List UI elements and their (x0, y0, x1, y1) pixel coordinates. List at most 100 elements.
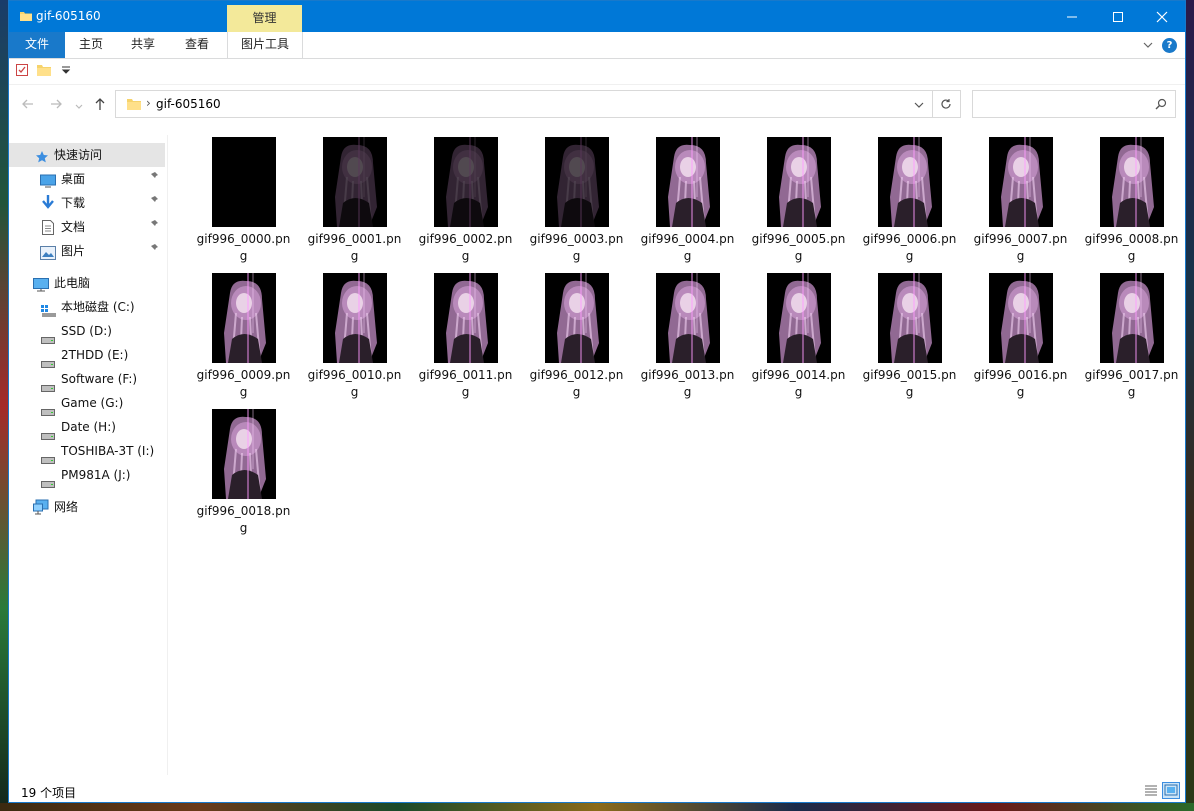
pictures-icon (40, 244, 56, 268)
nav-drive-c[interactable]: 本地磁盘 (C:) (9, 295, 165, 319)
recent-locations-icon[interactable] (75, 99, 83, 115)
file-item[interactable]: gif996_0010.pn g (299, 263, 410, 399)
file-item[interactable]: gif996_0002.pn g (410, 127, 521, 263)
properties-icon[interactable] (15, 63, 29, 80)
file-name-line2: g (239, 385, 248, 399)
file-name-line2: g (239, 521, 248, 535)
forward-arrow-icon[interactable] (49, 97, 63, 115)
minimize-button[interactable] (1049, 1, 1095, 32)
file-name: gif996_0003.pn g (521, 231, 632, 265)
file-item[interactable]: gif996_0012.pn g (521, 263, 632, 399)
file-item[interactable]: gif996_0017.pn g (1076, 263, 1187, 399)
address-bar[interactable]: › gif-605160 (115, 90, 933, 118)
maximize-button[interactable] (1095, 1, 1141, 32)
nav-drive-j[interactable]: PM981A (J:) (9, 463, 165, 488)
nav-item-documents[interactable]: 文档 (9, 215, 165, 239)
customize-toolbar-icon[interactable] (61, 64, 71, 79)
file-name-line1: gif996_0015.pn (862, 368, 957, 382)
nav-drive-i[interactable]: TOSHIBA-3T (I:) (9, 439, 165, 464)
close-button[interactable] (1139, 1, 1185, 32)
nav-drive-e[interactable]: 2THDD (E:) (9, 343, 165, 368)
image-thumbnail (656, 273, 720, 363)
file-name-line1: gif996_0007.pn (973, 232, 1068, 246)
file-grid: gif996_0000.pn g gif996_0001.pn g gif996… (168, 127, 1183, 772)
file-name: gif996_0018.pn g (188, 503, 299, 537)
file-item[interactable]: gif996_0014.png (743, 263, 854, 399)
file-item[interactable]: gif996_0008.pn g (1076, 127, 1187, 263)
quick-access-toolbar (9, 58, 1185, 85)
folder-icon (19, 9, 33, 26)
expand-ribbon-icon[interactable] (1141, 38, 1155, 52)
nav-item-downloads[interactable]: 下载 (9, 191, 165, 215)
image-thumbnail (212, 137, 276, 227)
file-name-line1: gif996_0004.pn (640, 232, 735, 246)
tab-file[interactable]: 文件 (9, 32, 65, 58)
tab-picture-tools[interactable]: 图片工具 (227, 32, 303, 58)
nav-drive-g[interactable]: Game (G:) (9, 391, 165, 416)
up-arrow-icon[interactable] (93, 97, 107, 115)
window-title: gif-605160 (36, 9, 101, 23)
file-name-line2: g (572, 385, 581, 399)
nav-quick-access[interactable]: 快速访问 (9, 143, 165, 167)
help-icon[interactable]: ? (1162, 38, 1177, 53)
file-item[interactable]: gif996_0005.pn g (743, 127, 854, 263)
file-name-line1: gif996_0013.pn (640, 368, 735, 382)
file-name-line2: g (794, 385, 803, 399)
pin-icon (149, 215, 159, 239)
file-name-line2: g (1127, 249, 1136, 263)
nav-drive-h[interactable]: Date (H:) (9, 415, 165, 440)
large-icons-view-button[interactable] (1162, 782, 1180, 799)
tab-view[interactable]: 查看 (169, 32, 225, 58)
file-name-line2: g (794, 249, 803, 263)
file-item[interactable]: gif996_0001.pn g (299, 127, 410, 263)
tab-share[interactable]: 共享 (117, 32, 169, 58)
file-name: gif996_0001.pn g (299, 231, 410, 265)
details-view-icon (1145, 785, 1157, 796)
details-view-button[interactable] (1142, 782, 1160, 799)
pin-icon (149, 239, 159, 263)
file-item[interactable]: gif996_0003.pn g (521, 127, 632, 263)
nav-drive-d[interactable]: SSD (D:) (9, 319, 165, 344)
tab-home[interactable]: 主页 (65, 32, 117, 58)
file-item[interactable]: gif996_0016.pn g (965, 263, 1076, 399)
nav-item-pictures[interactable]: 图片 (9, 239, 165, 263)
new-folder-icon[interactable] (36, 62, 52, 81)
refresh-button[interactable] (932, 90, 961, 118)
explorer-window: gif-605160 管理 文件 主页 共享 查看 图片工具 ? › gif-6… (8, 0, 1186, 803)
back-arrow-icon[interactable] (21, 97, 35, 115)
nav-network[interactable]: 网络 (9, 495, 165, 519)
file-item[interactable]: gif996_0015.pn g (854, 263, 965, 399)
image-thumbnail (212, 273, 276, 363)
ribbon-tabs: 文件 主页 共享 查看 图片工具 ? (9, 32, 1185, 59)
file-name-line2: g (461, 385, 470, 399)
pin-icon (149, 167, 159, 191)
file-name: gif996_0004.pn g (632, 231, 743, 265)
file-item[interactable]: gif996_0018.pn g (188, 399, 299, 535)
file-item[interactable]: gif996_0007.pn g (965, 127, 1076, 263)
file-name-line2: g (905, 249, 914, 263)
file-item[interactable]: gif996_0013.pn g (632, 263, 743, 399)
file-item[interactable]: gif996_0000.pn g (188, 127, 299, 263)
file-item[interactable]: gif996_0009.pn g (188, 263, 299, 399)
file-item[interactable]: gif996_0006.pn g (854, 127, 965, 263)
file-name: gif996_0016.pn g (965, 367, 1076, 401)
search-input[interactable] (972, 90, 1176, 118)
file-name: gif996_0017.pn g (1076, 367, 1187, 401)
file-item[interactable]: gif996_0011.png (410, 263, 521, 399)
image-thumbnail (434, 273, 498, 363)
tab-manage[interactable]: 管理 (227, 5, 302, 32)
nav-this-pc[interactable]: 此电脑 (9, 271, 165, 295)
file-name: gif996_0006.pn g (854, 231, 965, 265)
file-name-line1: gif996_0017.pn (1084, 368, 1179, 382)
refresh-icon (941, 99, 951, 109)
nav-item-desktop[interactable]: 桌面 (9, 167, 165, 191)
file-item[interactable]: gif996_0004.pn g (632, 127, 743, 263)
file-name-line1: gif996_0011.pn (418, 368, 513, 382)
file-name-line1: gif996_0002.pn (418, 232, 513, 246)
file-name: gif996_0013.pn g (632, 367, 743, 401)
address-dropdown-icon[interactable] (914, 99, 924, 113)
nav-drive-f[interactable]: Software (F:) (9, 367, 165, 392)
file-name-line1: gif996_0014.pn (751, 368, 846, 382)
file-name: gif996_0000.pn g (188, 231, 299, 265)
image-thumbnail (1100, 273, 1164, 363)
